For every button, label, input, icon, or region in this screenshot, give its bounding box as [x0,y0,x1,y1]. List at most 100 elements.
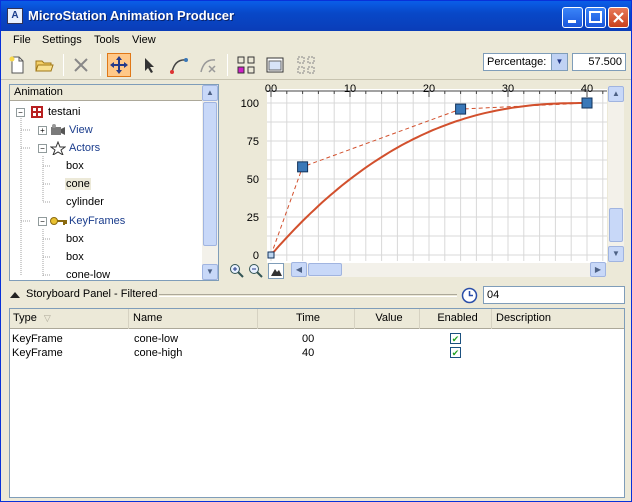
column-header-description[interactable]: Description [493,309,624,329]
graph-horizontal-scrollbar[interactable]: ◀ ▶ [291,262,606,277]
column-label-value: Value [375,312,403,324]
select-tool-button[interactable] [137,53,161,77]
menu-view[interactable]: View [132,34,156,46]
scroll-right-icon[interactable]: ▶ [590,262,606,277]
column-header-time[interactable]: Time [259,309,355,329]
graph-vscroll-thumb[interactable] [609,208,623,242]
storyboard-title: Storyboard Panel - Filtered [26,288,158,300]
table-row[interactable]: KeyFrame cone-low 00 ✔ [10,333,624,347]
tree-item-actor[interactable]: cylinder [66,193,104,211]
tree-label-actor: cone [65,178,91,190]
y-tick-label: 100 [241,98,259,110]
graph-vertical-scrollbar[interactable]: ▲ ▼ [608,86,624,262]
x-tick-label: 40 [581,83,593,95]
curve-graph[interactable]: 00 10 20 30 40 100 75 50 25 0 [229,83,625,279]
title-bar[interactable]: A MicroStation Animation Producer [1,1,631,31]
clock-icon[interactable] [461,287,478,304]
move-tool-button[interactable] [107,53,131,77]
y-tick-label: 25 [247,212,259,224]
collapse-panel-icon[interactable] [10,291,20,299]
frame-view-icon [266,57,284,73]
tree-label-actor: box [66,160,84,172]
keyframe-handle[interactable] [297,161,309,173]
zoom-in-icon [230,264,244,278]
tree-label-keyframes: KeyFrames [69,215,126,227]
folder-open-icon [35,60,54,72]
open-button[interactable] [32,53,56,77]
fit-graph-button[interactable] [268,263,284,279]
window-title: MicroStation Animation Producer [28,8,235,23]
menu-tools[interactable]: Tools [94,34,120,46]
select-keys-button[interactable] [234,53,258,77]
fit-view-button[interactable] [263,53,287,77]
column-label-name: Name [133,312,163,324]
tree-label-keyframe: box [66,251,84,263]
animation-tree-panel: Animation − testani + View − Actors box … [9,84,219,281]
tree-item-actor[interactable]: box [66,157,84,175]
tree-label-testani: testani [48,106,81,118]
menu-settings[interactable]: Settings [42,34,82,46]
maximize-button[interactable] [585,7,606,28]
tree-scroll-thumb[interactable] [203,102,217,246]
cell-type: KeyFrame [12,333,63,345]
percentage-input[interactable]: 57.500 [572,53,626,71]
cell-time: 40 [302,347,315,359]
tree-item-keyframe[interactable]: box [66,248,84,266]
percentage-select[interactable]: Percentage: ▼ [483,53,568,71]
delete-button[interactable] [69,53,93,77]
delete-curve-button[interactable] [196,53,220,77]
time-input[interactable]: 04 [483,286,625,304]
actor-star-icon [50,141,66,155]
column-header-type[interactable]: Type ▽ [10,309,129,329]
tree-item-actor[interactable]: cone [65,175,91,193]
storyboard-divider [159,294,457,297]
scroll-up-icon[interactable]: ▲ [202,85,218,101]
table-row[interactable]: KeyFrame cone-high 40 ✔ [10,347,624,361]
tree-scrollbar[interactable]: ▲ ▼ [202,85,218,280]
scroll-up-icon[interactable]: ▲ [608,86,624,102]
collapse-icon[interactable]: − [38,144,47,153]
column-header-enabled[interactable]: Enabled [421,309,492,329]
enabled-checkbox[interactable]: ✔ [450,333,461,344]
column-label-time: Time [295,312,321,324]
zoom-in-button[interactable] [229,263,245,279]
keyframe-handle[interactable] [267,251,275,259]
menu-file[interactable]: File [13,34,31,46]
zoom-out-icon [249,264,263,278]
curve-delete-icon [200,59,216,73]
chevron-down-icon[interactable]: ▼ [551,54,567,70]
graph-hscroll-thumb[interactable] [308,263,342,276]
delete-x-icon [74,58,88,72]
column-label-description: Description [496,312,552,324]
column-header-name[interactable]: Name [130,309,258,329]
percentage-select-value: Percentage: [487,56,547,68]
column-header-value[interactable]: Value [356,309,420,329]
curve-editor: 00 10 20 30 40 100 75 50 25 0 [229,83,625,279]
new-button[interactable] [5,53,29,77]
maximize-icon [589,11,602,23]
minimize-icon [568,20,576,23]
collapse-icon[interactable]: − [38,217,47,226]
scroll-down-icon[interactable]: ▼ [608,246,624,262]
curve-tool-button[interactable] [167,53,191,77]
enabled-checkbox[interactable]: ✔ [450,347,461,358]
scroll-down-icon[interactable]: ▼ [202,264,218,280]
tree-header: Animation [10,85,204,101]
zoom-out-button[interactable] [248,263,264,279]
sort-icon: ▽ [43,313,51,323]
close-button[interactable] [608,7,629,28]
scroll-left-icon[interactable]: ◀ [291,262,307,277]
tree-item-keyframe[interactable]: box [66,230,84,248]
collapse-icon[interactable]: − [16,108,25,117]
tree-label-actor: cylinder [66,196,104,208]
keyframe-handle[interactable] [455,103,467,115]
deselect-keys-button[interactable] [294,53,318,77]
minimize-button[interactable] [562,7,583,28]
tree-item-keyframe[interactable]: cone-low [66,266,110,280]
x-tick-label: 00 [265,83,277,95]
column-label-type: Type [13,312,37,324]
storyboard-table: Type ▽ Name Time Value Enabled Descripti… [9,308,625,498]
expand-icon[interactable]: + [38,126,47,135]
keyframe-handle[interactable] [581,97,593,109]
cell-name: cone-high [134,347,183,359]
